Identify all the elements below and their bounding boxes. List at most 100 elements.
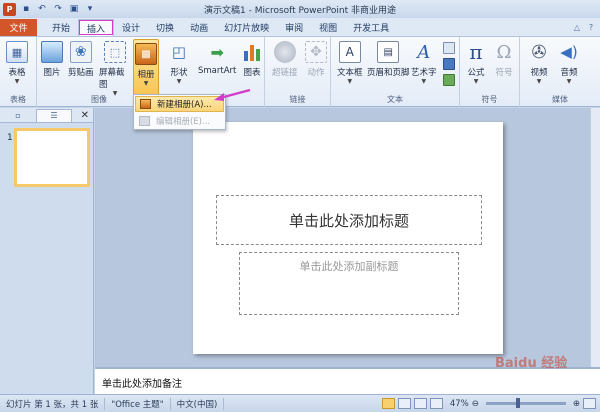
tab-file[interactable]: 文件 [0, 19, 37, 36]
close-icon[interactable]: ✕ [81, 110, 89, 121]
minimize-ribbon-icon[interactable]: △ [572, 23, 582, 33]
undo-icon[interactable]: ↶ [36, 3, 48, 15]
audio-button[interactable]: ◀) 音频 ▼ [558, 41, 580, 86]
help-icon[interactable]: ? [586, 23, 596, 33]
smartart-icon: ➡ [210, 42, 224, 62]
redo-icon[interactable]: ↷ [52, 3, 64, 15]
zoom-slider[interactable] [485, 398, 566, 408]
chart-button[interactable]: 图表 [241, 41, 263, 78]
group-media: ✇ 视频 ▼ ◀) 音频 ▼ 媒体 [520, 37, 600, 107]
pi-icon: π [469, 40, 483, 64]
ribbon: ▦ 表格 ▼ 表格 图片 ❀ 剪贴画 ⬚ 屏幕截图 ▼ 图像 ▩ 相册 ▼ ◰ … [0, 36, 600, 107]
watermark: Baidu 经验 [495, 356, 568, 371]
outline-tab[interactable]: ☰ [36, 108, 72, 122]
object-icon[interactable] [443, 74, 455, 86]
speaker-icon: ◀) [560, 43, 578, 61]
vertical-scrollbar[interactable] [590, 108, 600, 367]
picture-button[interactable]: 图片 [41, 41, 63, 78]
hyperlink-button[interactable]: 超链接 [272, 41, 298, 78]
picture-icon [41, 41, 63, 63]
slideshow-view-button[interactable] [429, 398, 443, 409]
language[interactable]: 中文(中国) [171, 397, 225, 410]
screenshot-button[interactable]: ⬚ 屏幕截图 ▼ [99, 41, 131, 98]
new-album-icon [140, 99, 151, 109]
album-button[interactable]: ▩ 相册 ▼ [133, 39, 159, 97]
equation-button[interactable]: π 公式 ▼ [465, 40, 487, 86]
group-image: 图片 ❀ 剪贴画 ⬚ 屏幕截图 ▼ 图像 [37, 37, 131, 107]
chart-icon [241, 41, 263, 63]
film-reel-icon: ✇ [531, 41, 547, 63]
save-icon[interactable]: ▪ [20, 3, 32, 15]
title-placeholder[interactable]: 单击此处添加标题 [216, 195, 482, 245]
slide-sorter-button[interactable] [397, 398, 411, 409]
tab-design[interactable]: 设计 [114, 19, 148, 36]
slides-tab[interactable]: ▫ [0, 109, 36, 122]
tab-view[interactable]: 视图 [311, 19, 345, 36]
edit-album-menu-item[interactable]: 编辑相册(E)... [135, 113, 224, 129]
tab-transitions[interactable]: 切换 [148, 19, 182, 36]
shapes-button[interactable]: ◰ 形状 ▼ [168, 41, 190, 86]
group-label-link: 链接 [289, 95, 306, 104]
omega-icon: Ω [496, 41, 512, 63]
group-label-table: 表格 [10, 95, 26, 104]
wordart-icon: A [417, 41, 431, 63]
quick-access-toolbar: P ▪ ↶ ↷ ▣ ▾ [0, 2, 96, 16]
subtitle-placeholder[interactable]: 单击此处添加副标题 [239, 252, 459, 315]
clipart-icon: ❀ [69, 41, 92, 63]
clipart-button[interactable]: ❀ 剪贴画 [68, 41, 94, 78]
tab-insert[interactable]: 插入 [78, 19, 115, 36]
symbol-button[interactable]: Ω 符号 [493, 41, 515, 79]
theme-name: "Office 主题" [105, 397, 171, 410]
group-symbol: π 公式 ▼ Ω 符号 符号 [460, 37, 520, 107]
title-bar: P ▪ ↶ ↷ ▣ ▾ 演示文稿1 - Microsoft PowerPoint… [0, 0, 600, 18]
hyperlink-icon [273, 41, 296, 63]
group-table: ▦ 表格 ▼ 表格 [0, 37, 37, 107]
zoom-in-icon[interactable]: ⊕ [573, 399, 580, 409]
annotation-arrow [214, 88, 251, 101]
table-icon: ▦ [6, 41, 28, 63]
header-footer-button[interactable]: ▤ 页眉和页脚 [367, 41, 410, 78]
smartart-button[interactable]: ➡ SmartArt [198, 41, 236, 77]
date-time-icon[interactable] [443, 42, 455, 54]
customize-qat-icon[interactable]: ▾ [84, 3, 96, 15]
edit-album-icon [139, 116, 150, 126]
screenshot-icon: ⬚ [104, 41, 126, 63]
tab-slideshow[interactable]: 幻灯片放映 [216, 19, 277, 36]
notes-pane[interactable]: 单击此处添加备注 [95, 367, 600, 394]
header-footer-icon: ▤ [377, 41, 400, 63]
powerpoint-app-icon[interactable]: P [3, 2, 16, 16]
shapes-icon: ◰ [171, 43, 187, 61]
action-button[interactable]: ✥ 动作 [305, 41, 327, 78]
zoom-level[interactable]: 47% [450, 399, 469, 409]
group-text: A 文本框 ▼ ▤ 页眉和页脚 A 艺术字 ▼ 文本 [331, 37, 460, 107]
slideshow-icon[interactable]: ▣ [68, 3, 80, 15]
tab-review[interactable]: 审阅 [277, 19, 311, 36]
slide-number: 1 [7, 133, 13, 143]
slide-info: 幻灯片 第 1 张，共 1 张 [0, 397, 106, 410]
fit-window-button[interactable] [583, 398, 596, 409]
slide[interactable]: 单击此处添加标题 单击此处添加副标题 [193, 122, 503, 354]
slides-panel: ▫ ☰ ✕ 1 [0, 108, 94, 394]
group-label-media: 媒体 [552, 95, 568, 104]
tab-home[interactable]: 开始 [44, 19, 78, 36]
group-label-symbol: 符号 [481, 95, 498, 104]
group-label-text: 文本 [387, 95, 403, 104]
wordart-button[interactable]: A 艺术字 ▼ [411, 41, 437, 86]
tab-animations[interactable]: 动画 [182, 19, 216, 36]
slide-number-icon[interactable] [443, 58, 455, 70]
group-link: 超链接 ✥ 动作 链接 [265, 37, 331, 107]
reading-view-button[interactable] [413, 398, 427, 409]
zoom-out-icon[interactable]: ⊖ [472, 399, 479, 409]
album-icon: ▩ [135, 43, 157, 65]
panel-tabs: ▫ ☰ ✕ [0, 108, 93, 123]
tab-developer[interactable]: 开发工具 [345, 19, 397, 36]
ribbon-tabs: 文件 开始 插入 设计 切换 动画 幻灯片放映 审阅 视图 开发工具 △ ? [0, 18, 600, 36]
slide-thumbnail[interactable] [14, 128, 90, 187]
video-button[interactable]: ✇ 视频 ▼ [528, 41, 550, 86]
textbox-button[interactable]: A 文本框 ▼ [337, 41, 363, 86]
new-album-menu-item[interactable]: 新建相册(A)... [135, 96, 224, 112]
normal-view-button[interactable] [381, 398, 395, 409]
table-button[interactable]: ▦ 表格 ▼ [6, 41, 28, 86]
zoom-slider-thumb[interactable] [515, 398, 520, 408]
status-bar: 幻灯片 第 1 张，共 1 张 "Office 主题" 中文(中国) 47% ⊖… [0, 394, 600, 412]
